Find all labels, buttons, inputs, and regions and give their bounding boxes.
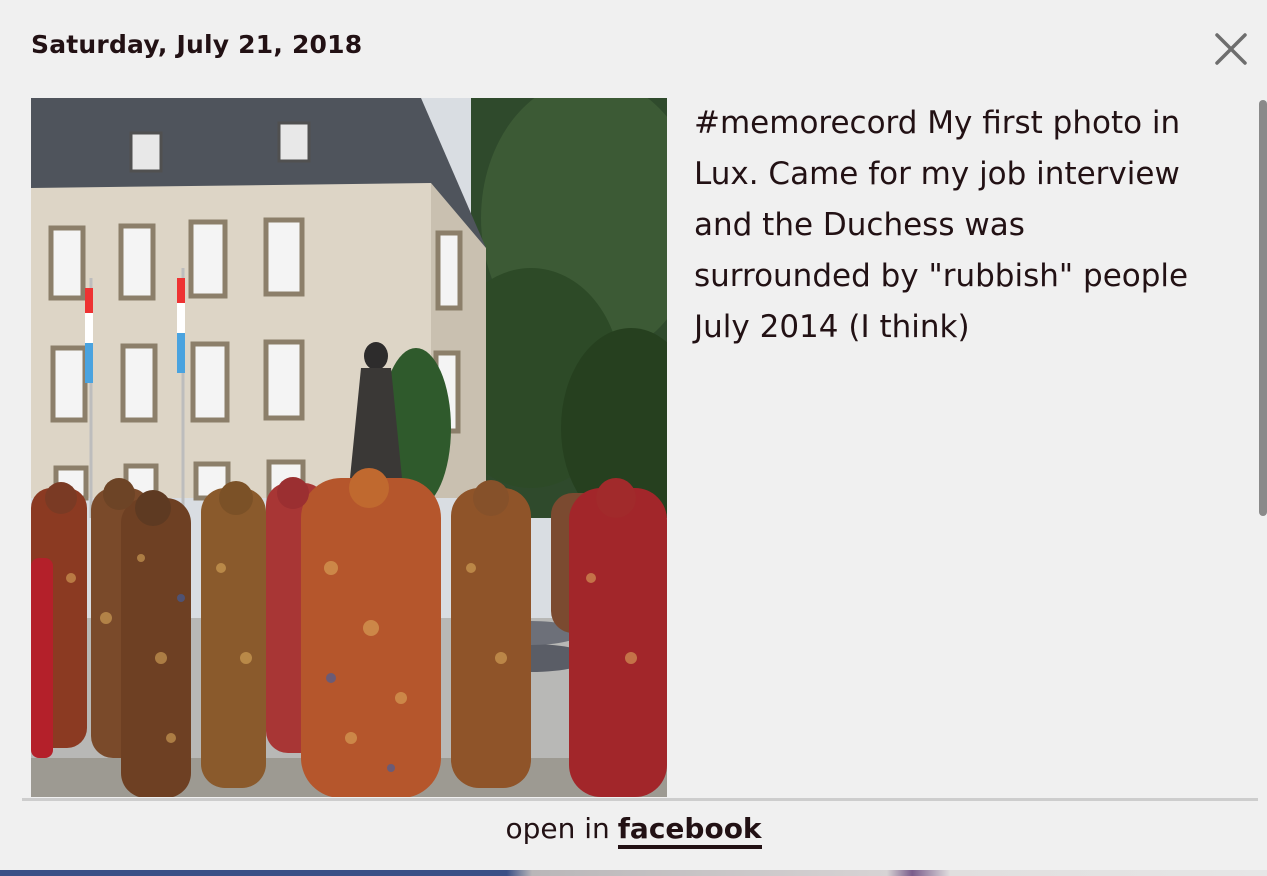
close-icon (1215, 33, 1247, 65)
close-button[interactable] (1212, 30, 1250, 68)
post-caption: #memorecord My first photo in Lux. Came … (694, 105, 1189, 345)
post-photo (31, 98, 667, 797)
post-date: Saturday, July 21, 2018 (31, 30, 363, 59)
scrollbar-thumb[interactable] (1259, 100, 1267, 516)
background-peek (0, 870, 1267, 876)
post-modal: Saturday, July 21, 2018 #memorecord My f… (0, 0, 1267, 876)
open-in-label: open in (505, 812, 610, 845)
footer: open in facebook (0, 812, 1267, 849)
facebook-link[interactable]: facebook (617, 812, 762, 849)
footer-divider (22, 798, 1258, 801)
